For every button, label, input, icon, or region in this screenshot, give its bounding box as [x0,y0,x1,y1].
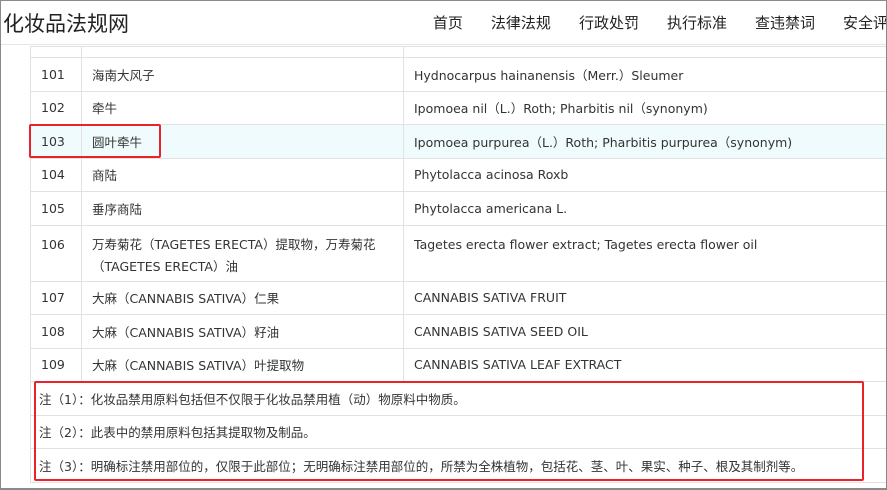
table-row: 109 大麻（CANNABIS SATIVA）叶提取物 CANNABIS SATIV… [30,347,886,382]
table-row: 105 垂序商陆 Phytolacca americana L. [30,191,886,226]
nav-safety[interactable]: 安全评 [843,12,886,33]
site-logo[interactable]: 化妆品法规网 [3,8,129,38]
browser-window: 化妆品法规网 首页 法律法规 行政处罚 执行标准 查违禁词 安全评 101 海南大… [0,0,887,490]
table-row: 102 牵牛 Ipomoea nil（L.）Roth; Pharbitis nil（… [30,90,886,125]
nav-standards[interactable]: 执行标准 [667,12,727,33]
table-row: 108 大麻（CANNABIS SATIVA）籽油 CANNABIS SATIVA … [30,314,886,349]
highlight-box-row-103 [29,124,161,158]
nav-laws[interactable]: 法律法规 [491,12,551,33]
nav-home[interactable]: 首页 [433,12,463,33]
nav-banned-words[interactable]: 查违禁词 [755,12,815,33]
main-nav: 首页 法律法规 行政处罚 执行标准 查违禁词 安全评 [433,12,886,33]
table-row: 104 商陆 Phytolacca acinosa Roxb [30,157,886,192]
table-row: 106 万寿菊花（TAGETES ERECTA）提取物，万寿菊花（TAGETES … [30,224,886,282]
table-row: 107 大麻（CANNABIS SATIVA）仁果 CANNABIS SATIVA … [30,280,886,315]
table-row: 101 海南大风子 Hydnocarpus hainanensis（Merr.）Sl… [30,57,886,92]
highlight-box-notes [34,381,864,481]
site-header: 化妆品法规网 首页 法律法规 行政处罚 执行标准 查违禁词 安全评 [1,1,886,45]
nav-penalties[interactable]: 行政处罚 [579,12,639,33]
table-row [30,46,886,58]
